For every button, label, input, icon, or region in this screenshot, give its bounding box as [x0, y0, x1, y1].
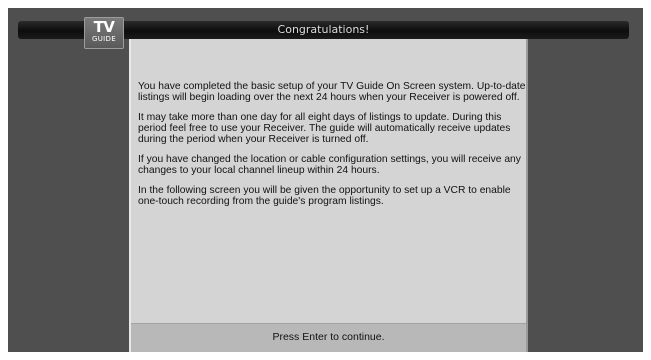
- message-paragraph-vcr-setup: In the following screen you will be give…: [138, 185, 511, 207]
- continue-prompt[interactable]: Press Enter to continue.: [131, 331, 526, 343]
- message-panel: You have completed the basic setup of yo…: [129, 39, 528, 352]
- message-paragraph-listings-update: It may take more than one day for all ei…: [138, 112, 511, 145]
- logo-tv-text: TV: [93, 18, 115, 36]
- message-paragraph-location-change: If you have changed the location or cabl…: [138, 154, 521, 176]
- logo-guide-text: GUIDE: [92, 35, 116, 43]
- message-body: You have completed the basic setup of yo…: [138, 81, 526, 216]
- tv-guide-screen: Congratulations! TV GUIDE You have compl…: [8, 8, 643, 352]
- message-paragraph-setup-complete: You have completed the basic setup of yo…: [138, 81, 526, 103]
- tv-guide-logo: TV GUIDE: [84, 17, 124, 49]
- continue-prompt-bar[interactable]: Press Enter to continue.: [131, 323, 526, 352]
